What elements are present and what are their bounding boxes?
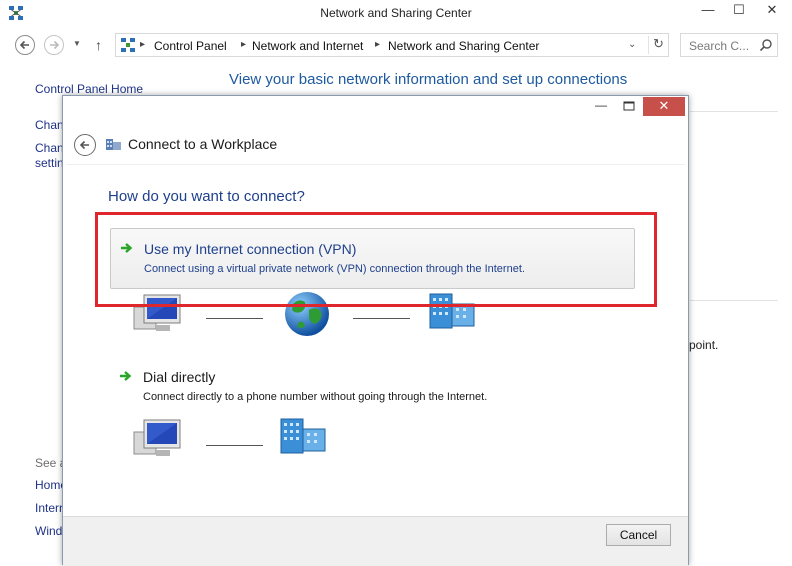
see-also-heading: See a: [35, 456, 62, 470]
sidebar-link-internet-options[interactable]: Interr: [35, 501, 62, 515]
window-title: Network and Sharing Center: [320, 6, 472, 20]
address-bar[interactable]: ▸ Control Panel ▸ Network and Internet ▸…: [115, 33, 669, 57]
dialog-title: Connect to a Workplace: [128, 136, 278, 152]
dialog-footer: Cancel: [63, 516, 688, 566]
divider: [690, 111, 778, 112]
back-arrow-icon: [79, 140, 89, 150]
dialog-back-button[interactable]: [74, 134, 96, 156]
back-button[interactable]: [15, 35, 35, 55]
breadcrumb-network-sharing-center[interactable]: Network and Sharing Center: [388, 39, 539, 53]
dial-directly-option[interactable]: Dial directly Connect directly to a phon…: [110, 357, 635, 418]
sidebar-link-settings[interactable]: settin: [35, 156, 62, 170]
dialog-titlebar: — ✕: [63, 96, 688, 118]
workplace-icon: [105, 136, 123, 155]
connect-to-workplace-dialog: — ✕ Connect to a Workplace How do you wa…: [62, 95, 689, 566]
forward-arrow-icon: [50, 40, 60, 50]
dial-directly-title: Dial directly: [143, 369, 216, 385]
breadcrumb-network-internet[interactable]: Network and Internet: [252, 39, 363, 53]
navigation-bar: ▼ ↑ ▸ Control Panel ▸ Network and Intern…: [0, 30, 792, 60]
sidebar-link-homegroup[interactable]: Home: [35, 478, 62, 492]
green-arrow-icon: [119, 370, 133, 385]
dial-directly-description: Connect directly to a phone number witho…: [143, 391, 488, 403]
dialog-close-button[interactable]: ✕: [643, 97, 685, 116]
forward-button[interactable]: [44, 35, 64, 55]
refresh-icon[interactable]: ↻: [648, 36, 668, 54]
recent-locations-dropdown[interactable]: ▼: [73, 39, 81, 48]
dialog-minimize-button[interactable]: —: [590, 96, 612, 116]
computer-icon: [132, 418, 184, 463]
breadcrumb-separator[interactable]: ▸: [241, 39, 246, 50]
maximize-button[interactable]: ☐: [724, 0, 754, 22]
search-input[interactable]: Search C...: [680, 33, 778, 57]
close-button[interactable]: ✕: [752, 0, 792, 22]
dialog-header: Connect to a Workplace: [63, 126, 688, 162]
breadcrumb-separator[interactable]: ▸: [375, 39, 380, 50]
office-building-icon: [279, 417, 329, 460]
background-text-fragment: point.: [689, 338, 719, 352]
breadcrumb-separator[interactable]: ▸: [140, 39, 145, 50]
dialog-maximize-button[interactable]: [618, 96, 640, 116]
sidebar-link-change-sharing[interactable]: Chan: [35, 141, 62, 155]
up-arrow-icon[interactable]: ↑: [95, 37, 102, 53]
connection-question: How do you want to connect?: [108, 188, 305, 205]
minimize-button[interactable]: —: [693, 0, 723, 22]
connection-line: [206, 318, 263, 319]
back-arrow-icon: [19, 40, 29, 50]
divider: [690, 300, 778, 301]
chevron-down-icon[interactable]: ⌄: [628, 39, 636, 50]
connection-line: [206, 445, 263, 446]
sidebar-link-windows-firewall[interactable]: Wind: [35, 524, 62, 538]
network-center-icon: [120, 37, 136, 56]
search-placeholder: Search C...: [689, 39, 750, 53]
network-sharing-center-window: Network and Sharing Center — ☐ ✕ ▼ ↑ ▸ C…: [0, 0, 792, 566]
search-icon[interactable]: [759, 38, 773, 55]
sidebar-link-change-adapter[interactable]: Chan: [35, 118, 62, 132]
control-panel-home-link[interactable]: Control Panel Home: [35, 82, 143, 96]
breadcrumb-control-panel[interactable]: Control Panel: [154, 39, 227, 53]
cancel-button[interactable]: Cancel: [606, 524, 671, 546]
highlight-annotation: [95, 212, 657, 307]
connection-line: [353, 318, 410, 319]
page-heading: View your basic network information and …: [229, 71, 628, 88]
window-titlebar: Network and Sharing Center — ☐ ✕: [0, 0, 792, 26]
